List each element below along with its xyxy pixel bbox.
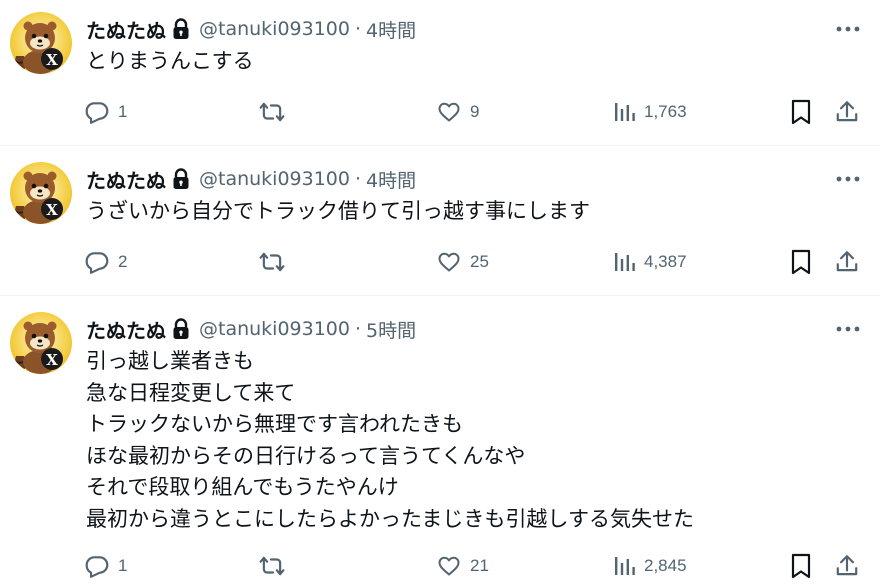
views-icon	[614, 554, 636, 578]
bookmark-button[interactable]	[790, 97, 812, 127]
retweet-icon	[258, 99, 286, 125]
reply-icon	[84, 99, 110, 125]
tweet-text: 引っ越し業者きも 急な日程変更して来て トラックないから無理です言われたきも ほ…	[86, 346, 694, 536]
reply-count: 1	[118, 102, 128, 121]
tweet-actions: 1 21 2,845	[0, 551, 880, 581]
tweet-actions: 1 9 1,763	[0, 97, 880, 127]
reply-count: 2	[118, 252, 128, 271]
tweet[interactable]: X たぬたぬ @tanuki093100 · 5時間 引っ越し業者きも 急な日程…	[0, 296, 880, 587]
more-icon[interactable]	[832, 317, 864, 341]
like-button[interactable]: 25	[436, 247, 489, 277]
views-count: 1,763	[644, 102, 687, 121]
reply-button[interactable]: 1	[84, 97, 127, 127]
tweet-text-line: 引っ越し業者きも	[86, 349, 254, 373]
svg-text:X: X	[46, 51, 58, 69]
reply-count: 1	[118, 556, 128, 575]
retweet-icon	[258, 249, 286, 275]
like-button[interactable]: 21	[436, 551, 489, 581]
tweet-header: たぬたぬ @tanuki093100 · 4時間	[86, 14, 416, 44]
bookmark-icon	[790, 249, 812, 275]
more-icon[interactable]	[832, 167, 864, 191]
views-button[interactable]: 2,845	[614, 551, 687, 581]
bookmark-icon	[790, 553, 812, 579]
svg-text:X: X	[46, 201, 58, 219]
tweet-text: うざいから自分でトラック借りて引っ越す事にします	[86, 196, 590, 228]
share-button[interactable]	[834, 551, 860, 581]
tweet-text-line: うざいから自分でトラック借りて引っ越す事にします	[86, 199, 590, 223]
views-count: 4,387	[644, 252, 687, 271]
like-count: 25	[470, 252, 489, 271]
tweet-text-line: それで段取り組んでもうたやんけ	[86, 475, 399, 500]
user-handle[interactable]: @tanuki093100	[199, 318, 350, 340]
separator: ·	[355, 318, 362, 340]
tweet-header: たぬたぬ @tanuki093100 · 4時間	[86, 164, 416, 194]
tweet[interactable]: X たぬたぬ @tanuki093100 · 4時間 うざいから自分でトラック借…	[0, 146, 880, 295]
reply-icon	[84, 553, 110, 579]
bookmark-icon	[790, 99, 812, 125]
like-count: 21	[470, 556, 489, 575]
lock-icon	[171, 18, 191, 40]
user-handle[interactable]: @tanuki093100	[199, 168, 350, 190]
display-name[interactable]: たぬたぬ	[86, 315, 166, 344]
views-icon	[614, 250, 636, 274]
separator: ·	[355, 168, 362, 190]
retweet-button[interactable]	[258, 551, 286, 581]
tweet[interactable]: X たぬたぬ @tanuki093100 · 4時間 とりまうんこする 1 9 1,…	[0, 0, 880, 145]
bookmark-button[interactable]	[790, 247, 812, 277]
avatar[interactable]: X	[10, 12, 72, 74]
retweet-button[interactable]	[258, 97, 286, 127]
tweet-text-line: とりまうんこする	[86, 49, 254, 73]
tweet-text-line: 最初から違うとこにしたらよかったまじきも引越しする気失せた	[86, 506, 694, 531]
like-icon	[436, 100, 462, 124]
retweet-button[interactable]	[258, 247, 286, 277]
timestamp[interactable]: 4時間	[366, 166, 416, 193]
like-count: 9	[470, 102, 480, 121]
avatar[interactable]: X	[10, 312, 72, 374]
share-icon	[834, 553, 860, 579]
tweet-actions: 2 25 4,387	[0, 247, 880, 277]
reply-button[interactable]: 1	[84, 551, 127, 581]
lock-icon	[171, 318, 191, 340]
tweet-text-line: ほな最初からその日行けるって言うてくんなや	[86, 443, 526, 468]
reply-button[interactable]: 2	[84, 247, 127, 277]
tweet-text: とりまうんこする	[86, 46, 254, 78]
tweet-header: たぬたぬ @tanuki093100 · 5時間	[86, 314, 416, 344]
like-icon	[436, 554, 462, 578]
more-icon[interactable]	[832, 17, 864, 41]
separator: ·	[355, 18, 362, 40]
tweet-text-line: トラックないから無理です言われたきも	[86, 412, 463, 437]
like-button[interactable]: 9	[436, 97, 479, 127]
lock-icon	[171, 168, 191, 190]
svg-text:X: X	[46, 351, 58, 369]
timestamp[interactable]: 4時間	[366, 16, 416, 43]
reply-icon	[84, 249, 110, 275]
user-handle[interactable]: @tanuki093100	[199, 18, 350, 40]
share-icon	[834, 99, 860, 125]
views-button[interactable]: 1,763	[614, 97, 687, 127]
display-name[interactable]: たぬたぬ	[86, 165, 166, 194]
timestamp[interactable]: 5時間	[366, 316, 416, 343]
bookmark-button[interactable]	[790, 551, 812, 581]
views-button[interactable]: 4,387	[614, 247, 687, 277]
display-name[interactable]: たぬたぬ	[86, 15, 166, 44]
avatar[interactable]: X	[10, 162, 72, 224]
retweet-icon	[258, 553, 286, 579]
like-icon	[436, 250, 462, 274]
views-count: 2,845	[644, 556, 687, 575]
share-icon	[834, 249, 860, 275]
views-icon	[614, 100, 636, 124]
share-button[interactable]	[834, 247, 860, 277]
tweet-text-line: 急な日程変更して来て	[86, 380, 296, 405]
share-button[interactable]	[834, 97, 860, 127]
